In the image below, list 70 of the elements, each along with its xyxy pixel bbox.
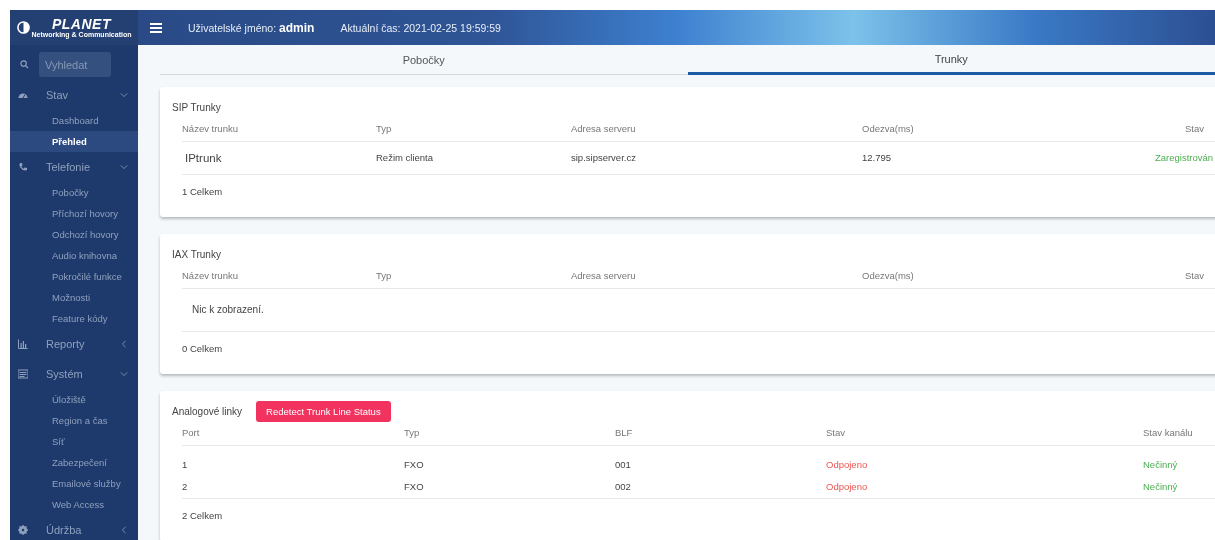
column-header: Adresa serveru bbox=[571, 269, 637, 283]
status-text: Odpojeno bbox=[826, 481, 868, 492]
column-header: Název trunku bbox=[182, 122, 239, 136]
search-icon bbox=[20, 60, 29, 69]
logo-name: PLANET bbox=[52, 17, 111, 31]
menu-icon[interactable] bbox=[150, 22, 162, 33]
tab[interactable]: Pobočky bbox=[160, 45, 688, 75]
status-text: Zaregistrován bbox=[1155, 152, 1214, 163]
total-count: 1 Celkem bbox=[182, 185, 224, 199]
table-cell-text: 002 bbox=[615, 480, 632, 494]
tab[interactable]: Trunky bbox=[687, 45, 1215, 75]
card-title: Analogové linky bbox=[172, 405, 243, 417]
sidebar-item[interactable]: Zabezpečení bbox=[10, 452, 138, 473]
search-field[interactable]: Vyhledat bbox=[39, 52, 111, 77]
sidebar-item[interactable]: Přehled bbox=[10, 131, 138, 152]
current-time-text: Aktuální čas: 2021-02-25 19:59:59 bbox=[340, 21, 501, 34]
column-header: Stav bbox=[826, 426, 846, 440]
column-header: Port bbox=[182, 426, 201, 440]
sidebar-item[interactable]: Příchozí hovory bbox=[10, 203, 138, 224]
status-text: Odpojeno bbox=[826, 459, 868, 470]
status-text: Nečinný bbox=[1143, 481, 1178, 492]
column-header: Název trunku bbox=[182, 269, 239, 283]
redetect-button[interactable]: Redetect Trunk Line Status bbox=[256, 400, 391, 422]
status-text: Nečinný bbox=[1143, 459, 1178, 470]
list-icon bbox=[18, 369, 28, 379]
sidebar-item[interactable]: Možnosti bbox=[10, 287, 138, 308]
column-header: Stav kanálu bbox=[1143, 426, 1194, 440]
sidebar-item[interactable]: Audio knihovna bbox=[10, 245, 138, 266]
sidebar-item[interactable]: Odchozí hovory bbox=[10, 224, 138, 245]
sidebar-item[interactable]: Pobočky bbox=[10, 182, 138, 203]
card-title: IAX Trunky bbox=[172, 248, 221, 260]
phone-icon bbox=[18, 162, 28, 172]
card-title: SIP Trunky bbox=[172, 101, 221, 113]
sidebar-item[interactable]: Systém bbox=[10, 359, 138, 389]
gear-icon bbox=[18, 525, 28, 535]
sidebar-item[interactable]: Emailové služby bbox=[10, 473, 138, 494]
table-cell-text: IPtrunk bbox=[184, 151, 223, 166]
sidebar-item[interactable]: Telefonie bbox=[10, 152, 138, 182]
sidebar-item[interactable]: Pokročilé funkce bbox=[10, 266, 138, 287]
sidebar-item[interactable]: Reporty bbox=[10, 329, 138, 359]
table-cell-text: sip.sipserver.cz bbox=[571, 151, 637, 165]
table-cell-text: 2 bbox=[182, 480, 189, 494]
column-header: Adresa serveru bbox=[571, 122, 637, 136]
column-header: Odezva(ms) bbox=[862, 269, 915, 283]
bar-chart-icon bbox=[18, 339, 28, 349]
sidebar-item[interactable]: Úložiště bbox=[10, 389, 138, 410]
sidebar-item[interactable]: Údržba bbox=[10, 515, 138, 540]
table-cell-text: 1 bbox=[182, 458, 189, 472]
total-count: 2 Celkem bbox=[182, 509, 224, 523]
table-cell-text: FXO bbox=[404, 458, 425, 472]
sidebar-item[interactable]: Síť bbox=[10, 431, 138, 452]
table-cell-text: Režim clienta bbox=[376, 151, 435, 165]
sidebar-item[interactable]: Stav bbox=[10, 80, 138, 110]
sidebar-item[interactable]: Web Access bbox=[10, 494, 138, 515]
column-header: Stav bbox=[1184, 269, 1205, 283]
column-header: Stav bbox=[1184, 122, 1205, 136]
sidebar-item[interactable]: Feature kódy bbox=[10, 308, 138, 329]
column-header: Typ bbox=[376, 269, 393, 283]
column-header: Typ bbox=[404, 426, 421, 440]
sidebar-item[interactable]: Region a čas bbox=[10, 410, 138, 431]
column-header: BLF bbox=[615, 426, 634, 440]
table-cell-text: 001 bbox=[615, 458, 632, 472]
column-header: Odezva(ms) bbox=[862, 122, 915, 136]
empty-message: Nic k zobrazení. bbox=[182, 289, 1215, 332]
total-count: 0 Celkem bbox=[182, 342, 224, 356]
column-header: Typ bbox=[376, 122, 393, 136]
username-text: Uživatelské jméno: admin bbox=[188, 20, 315, 35]
table-cell-text: 12.795 bbox=[862, 151, 893, 165]
table-cell-text: FXO bbox=[404, 480, 425, 494]
sidebar-item[interactable]: Dashboard bbox=[10, 110, 138, 131]
